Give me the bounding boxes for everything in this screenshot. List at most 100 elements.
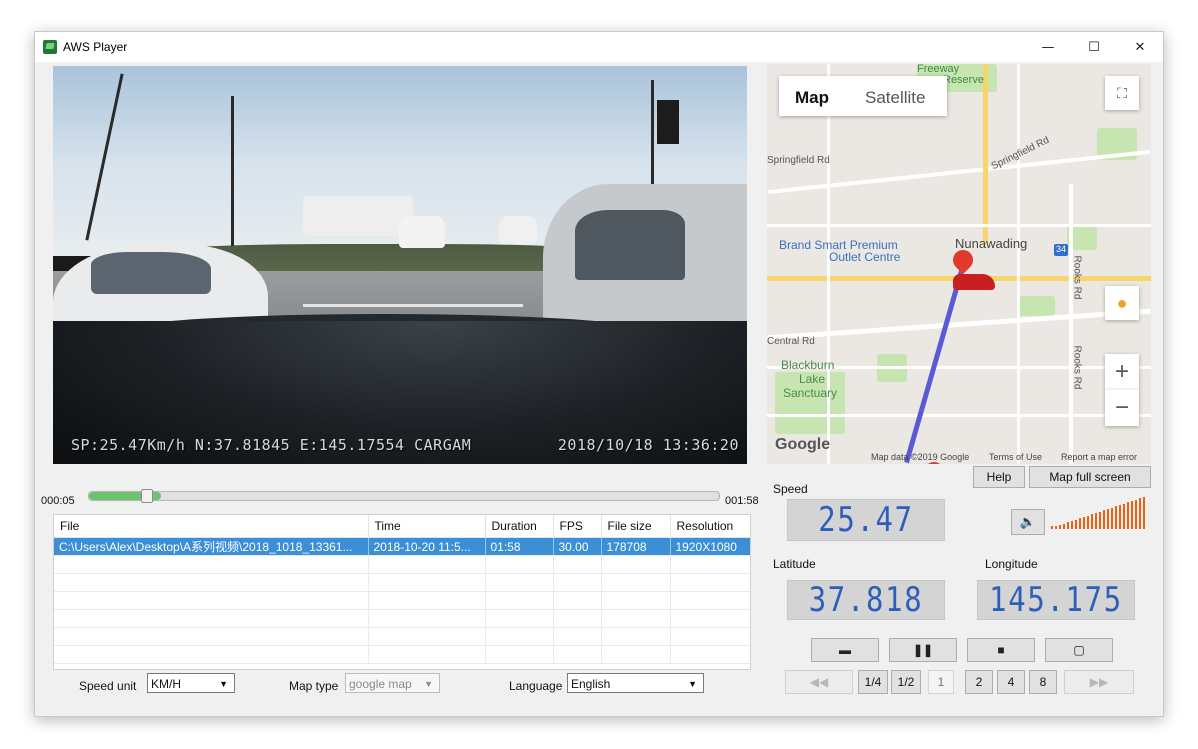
open-folder-button[interactable]: ▬: [811, 638, 879, 662]
map-type-label: Map type: [289, 679, 339, 693]
map-label-central: Central Rd: [767, 336, 815, 347]
column-header-time[interactable]: Time: [368, 515, 486, 538]
stop-button[interactable]: ■: [967, 638, 1035, 662]
video-truck: [303, 196, 413, 236]
speed-label: Speed: [773, 482, 808, 496]
help-button[interactable]: Help: [973, 466, 1025, 488]
map-label-reserve: Reserve: [943, 74, 984, 86]
column-header-file[interactable]: File: [54, 515, 369, 538]
close-button[interactable]: ✕: [1117, 32, 1163, 62]
speed-normal-button[interactable]: 1: [928, 670, 954, 694]
column-header-duration[interactable]: Duration: [485, 515, 554, 538]
map-label-sanctuary: Sanctuary: [783, 386, 838, 400]
volume-bar: [1099, 512, 1101, 529]
volume-bar: [1051, 526, 1053, 529]
video-car: [499, 216, 537, 244]
map-label-rooks-bottom: Rooks Rd: [1071, 345, 1083, 390]
zoom-in-button[interactable]: +: [1105, 354, 1139, 390]
pause-button[interactable]: ❚❚: [889, 638, 957, 662]
snapshot-button[interactable]: ▢: [1045, 638, 1113, 662]
volume-bar: [1135, 500, 1137, 529]
map-road-main: [983, 64, 988, 244]
rewind-button[interactable]: ◀◀: [785, 670, 853, 694]
gps-overlay-text: SP:25.47Km/h N:37.81845 E:145.17554 CARG…: [71, 436, 472, 454]
crop-icon: ▢: [1073, 643, 1085, 657]
volume-bar: [1059, 525, 1061, 529]
title-bar: AWS Player — ☐ ✕: [35, 32, 1163, 62]
volume-bar: [1087, 516, 1089, 529]
volume-bar: [1127, 502, 1129, 529]
cell-file: C:\Users\Alex\Desktop\A系列视频\2018_1018_13…: [54, 537, 369, 556]
maximize-button[interactable]: ☐: [1071, 32, 1117, 62]
map-view[interactable]: Freeway Reserve Springfield Rd Springfie…: [767, 64, 1151, 464]
minimize-button[interactable]: —: [1025, 32, 1071, 62]
stop-icon: ■: [997, 643, 1005, 657]
folder-icon: ▬: [839, 643, 851, 657]
terms-link[interactable]: Terms of Use: [989, 452, 1042, 462]
road-marking: [303, 304, 523, 307]
fast-forward-button[interactable]: ▶▶: [1064, 670, 1134, 694]
seek-bar-handle[interactable]: [141, 489, 153, 503]
app-logo-icon: [43, 40, 57, 54]
volume-bar: [1083, 517, 1085, 529]
file-list-table: File Time Duration FPS File size Resolut…: [53, 514, 751, 670]
volume-bar: [1071, 521, 1073, 529]
google-logo: Google: [775, 436, 831, 453]
speed-quarter-button[interactable]: 1/4: [858, 670, 888, 694]
volume-bar: [1055, 526, 1057, 529]
volume-speaker-icon[interactable]: 🔈: [1011, 509, 1045, 535]
fast-forward-icon: ▶▶: [1089, 675, 1109, 689]
cell-file-size: 178708: [601, 537, 671, 556]
dropdown-arrow-icon: ▼: [219, 679, 228, 689]
volume-bar: [1139, 498, 1141, 529]
column-header-resolution[interactable]: Resolution: [670, 515, 750, 538]
table-row[interactable]: C:\Users\Alex\Desktop\A系列视频\2018_1018_13…: [54, 537, 750, 556]
report-error-link[interactable]: Report a map error: [1061, 452, 1137, 462]
volume-level-bars[interactable]: [1051, 497, 1147, 529]
speed-unit-select[interactable]: KM/H ▼: [147, 673, 235, 693]
map-label-lake: Lake: [799, 372, 826, 386]
timestamp-overlay-text: 2018/10/18 13:36:20: [557, 436, 739, 454]
speed-8x-button[interactable]: 8: [1029, 670, 1057, 694]
video-player[interactable]: SP:25.47Km/h N:37.81845 E:145.17554 CARG…: [53, 66, 747, 464]
tab-map[interactable]: Map: [795, 88, 829, 108]
cell-time: 2018-10-20 11:5...: [368, 537, 486, 556]
latitude-label: Latitude: [773, 557, 816, 571]
volume-bar: [1119, 505, 1121, 529]
map-full-screen-button[interactable]: Map full screen: [1029, 466, 1151, 488]
street-view-pegman-icon[interactable]: ●: [1105, 286, 1139, 320]
speed-unit-label: Speed unit: [79, 679, 137, 693]
speed-half-button[interactable]: 1/2: [891, 670, 921, 694]
volume-bar: [1131, 501, 1133, 529]
map-road: [1017, 64, 1020, 464]
map-label-route-34: 34: [1054, 244, 1068, 256]
volume-bar: [1103, 510, 1105, 529]
current-time: 000:05: [41, 495, 75, 507]
zoom-out-button[interactable]: −: [1105, 390, 1139, 426]
pause-icon: ❚❚: [912, 643, 934, 657]
empty-row: [54, 573, 750, 592]
traffic-light: [657, 100, 679, 144]
column-header-file-size[interactable]: File size: [601, 515, 671, 538]
volume-bar: [1067, 522, 1069, 529]
speed-4x-button[interactable]: 4: [997, 670, 1025, 694]
map-label-blackburn: Blackburn: [781, 358, 835, 372]
car-position-icon: [953, 274, 995, 290]
column-header-fps[interactable]: FPS: [553, 515, 602, 538]
volume-bar: [1079, 518, 1081, 529]
tab-satellite[interactable]: Satellite: [865, 88, 925, 108]
map-type-select[interactable]: google map ▼: [345, 673, 440, 693]
speed-display: 25.47: [786, 499, 946, 541]
volume-bar: [1075, 520, 1077, 529]
seek-bar[interactable]: [88, 489, 720, 503]
map-type-tabs: Map Satellite: [779, 76, 947, 116]
dropdown-arrow-icon: ▼: [688, 679, 697, 689]
cell-resolution: 1920X1080: [670, 537, 750, 556]
fullscreen-icon[interactable]: ⛶: [1105, 76, 1139, 110]
volume-bar: [1111, 508, 1113, 529]
empty-row: [54, 555, 750, 574]
video-car: [399, 216, 445, 248]
speed-2x-button[interactable]: 2: [965, 670, 993, 694]
volume-bar: [1123, 504, 1125, 529]
language-select[interactable]: English ▼: [567, 673, 704, 693]
